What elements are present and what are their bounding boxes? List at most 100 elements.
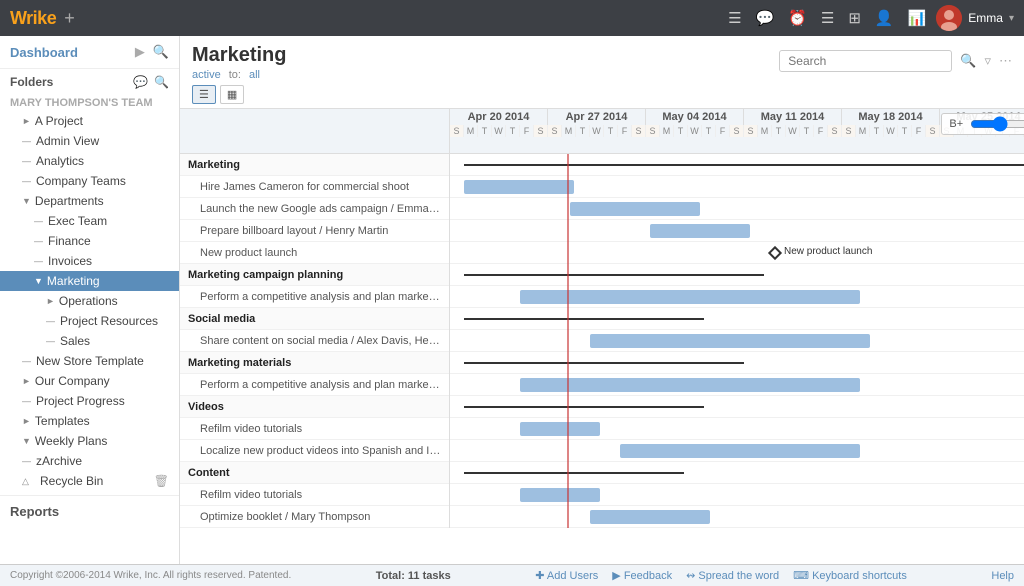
gantt-day: S [450,125,464,137]
sidebar-item-label: Analytics [36,154,84,168]
sidebar-item-a-project[interactable]: ► A Project [0,111,179,131]
sidebar-item-new-store-template[interactable]: — New Store Template [0,351,179,371]
table-row[interactable]: Perform a competitive analysis and plan … [180,286,449,308]
task-bar[interactable] [520,488,600,502]
sidebar-item-marketing[interactable]: ▼ Marketing [0,271,179,291]
keyboard-shortcuts-link[interactable]: ⌨ Keyboard shortcuts [793,569,907,582]
view-toggle: ☰ ▦ [192,85,1012,104]
task-bar[interactable] [520,378,860,392]
help-button[interactable]: Help [991,570,1014,582]
task-bar[interactable] [464,180,574,194]
sidebar-item-templates[interactable]: ► Templates [0,411,179,431]
table-row[interactable]: Perform a competitive analysis and plan … [180,374,449,396]
comment-small-icon[interactable]: ▶ [135,44,145,60]
add-users-link[interactable]: ✚ Add Users [535,569,598,582]
comment-icon[interactable]: 💬 [756,9,775,27]
sidebar-item-admin-view[interactable]: — Admin View [0,131,179,151]
gantt-bar-row [450,154,1024,176]
sidebar-item-sales[interactable]: — Sales [0,331,179,351]
bullet-icon: — [34,216,44,226]
user-icon[interactable]: 👤 [875,9,894,27]
gantt-day: M [464,125,478,137]
feedback-link[interactable]: ▶ Feedback [612,569,672,582]
search-input[interactable] [779,50,952,72]
sidebar-item-project-progress[interactable]: — Project Progress [0,391,179,411]
content-header: Marketing active to: all 🔍 ▿ ⋯ ☰ ▦ [180,36,1024,109]
dashboard-link[interactable]: Dashboard [10,45,78,60]
sidebar-item-our-company[interactable]: ► Our Company [0,371,179,391]
zoom-in-button[interactable]: B+ [946,118,966,130]
task-bar[interactable] [570,202,700,216]
sidebar-item-label: A Project [35,114,83,128]
sidebar-item-recycle-bin[interactable]: △ Recycle Bin 🗑 [0,471,179,491]
sidebar-action-icons: ▶ 🔍 [135,44,169,60]
table-row[interactable]: Optimize booklet / Mary Thompson [180,506,449,528]
section-line [464,164,1024,166]
today-line [567,154,569,528]
sidebar-item-zarchive[interactable]: — zArchive [0,451,179,471]
search-icon[interactable]: 🔍 [960,53,976,69]
sidebar-item-exec-team[interactable]: — Exec Team [0,211,179,231]
sidebar-item-finance[interactable]: — Finance [0,231,179,251]
gantt-timeline-header: Apr 20 2014 Apr 27 2014 May 04 2014 May … [450,109,1024,153]
sidebar-item-weekly-plans[interactable]: ▼ Weekly Plans [0,431,179,451]
gantt-month-2: Apr 27 2014 [548,109,646,125]
table-row[interactable]: Refilm video tutorials [180,484,449,506]
avatar [936,5,962,31]
gantt-day: S [548,125,562,137]
sidebar-item-analytics[interactable]: — Analytics [0,151,179,171]
table-row[interactable]: Prepare billboard layout / Henry Martin [180,220,449,242]
more-options-icon[interactable]: ⋯ [999,53,1012,69]
gantt-bar-row [450,462,1024,484]
meta-all[interactable]: all [249,69,260,81]
new-folder-icon[interactable]: 💬 [133,75,148,89]
sidebar-item-operations[interactable]: ► Operations [0,291,179,311]
sidebar-item-project-resources[interactable]: — Project Resources [0,311,179,331]
list-view-button[interactable]: ☰ [192,85,216,104]
main-layout: Dashboard ▶ 🔍 Folders 💬 🔍 MARY THOMPSON'… [0,36,1024,564]
sidebar-item-invoices[interactable]: — Invoices [0,251,179,271]
table-row[interactable]: Launch the new Google ads campaign / Emm… [180,198,449,220]
task-bar[interactable] [520,422,600,436]
sidebar-item-company-teams[interactable]: — Company Teams [0,171,179,191]
task-label: Launch the new Google ads campaign / Emm… [180,203,449,215]
bottombar: Copyright ©2006-2014 Wrike, Inc. All rig… [0,564,1024,586]
add-button[interactable]: + [64,8,75,29]
meta-active[interactable]: active [192,69,221,81]
sidebar-item-label: Our Company [35,374,110,388]
table-row[interactable]: Localize new product videos into Spanish… [180,440,449,462]
table-row[interactable]: Refilm video tutorials [180,418,449,440]
gantt-month-5: May 18 2014 [842,109,940,125]
reports-label[interactable]: Reports [0,500,179,521]
task-bar[interactable] [590,334,870,348]
task-bar[interactable] [590,510,710,524]
gantt-view-button[interactable]: ▦ [220,85,244,104]
search-small-icon[interactable]: 🔍 [153,44,169,60]
user-chevron-icon: ▾ [1009,13,1014,24]
bullet-icon: — [22,356,32,366]
hamburger-icon[interactable]: ☰ [728,9,741,27]
timer-icon[interactable]: ⏰ [788,9,807,27]
grid-icon[interactable]: ⊞ [848,9,861,27]
gantt-day: S [842,125,856,137]
sidebar-item-departments[interactable]: ▼ Departments [0,191,179,211]
table-row[interactable]: Share content on social media / Alex Dav… [180,330,449,352]
task-total: Total: 11 tasks [376,570,451,582]
list-icon[interactable]: ☰ [821,9,834,27]
filter-icon[interactable]: ▿ [984,53,991,69]
spread-word-link[interactable]: ↭ Spread the word [686,569,779,582]
zoom-slider[interactable] [970,116,1024,132]
page-meta: active to: all [192,69,286,81]
task-bar[interactable] [650,224,750,238]
gantt-area[interactable]: B+ ▤ ▣ Apr 20 2014 Apr 27 2014 May 04 20… [180,109,1024,564]
search-folders-icon[interactable]: 🔍 [154,75,169,89]
gantt-day: T [506,125,520,137]
task-label: Hire James Cameron for commercial shoot [180,181,417,193]
user-menu[interactable]: Emma ▾ [936,5,1014,31]
table-row[interactable]: Hire James Cameron for commercial shoot [180,176,449,198]
task-bar[interactable] [620,444,860,458]
table-row[interactable]: New product launch [180,242,449,264]
chart-icon[interactable]: 📊 [908,9,927,27]
bullet-icon: — [22,136,32,146]
task-bar[interactable] [520,290,860,304]
